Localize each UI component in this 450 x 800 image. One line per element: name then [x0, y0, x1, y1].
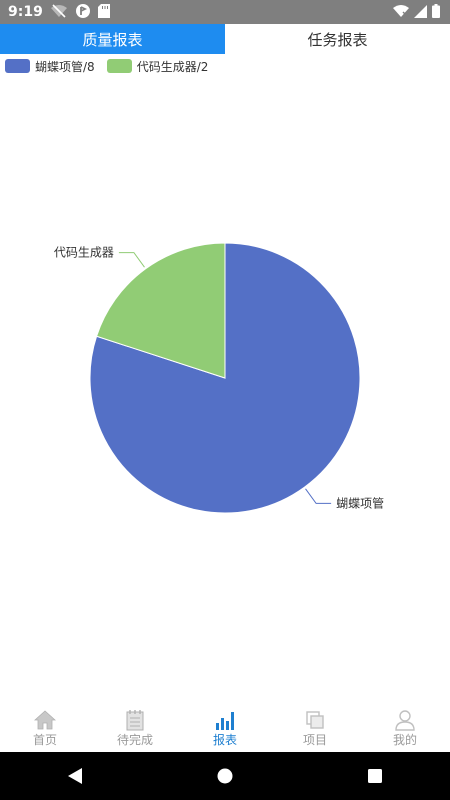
- recents-icon: [368, 769, 382, 783]
- status-time: 9:19: [8, 4, 43, 20]
- tab-task-report-label: 任务报表: [307, 30, 368, 49]
- system-home-button[interactable]: [205, 756, 245, 796]
- nav-item-mine[interactable]: 我的: [360, 704, 450, 752]
- nav-label-todo: 待完成: [116, 732, 153, 747]
- legend-label-butterfly: 蝴蝶项管/8: [35, 59, 95, 74]
- notepad-icon: [126, 709, 144, 730]
- pie-label-line-codegen: [118, 252, 145, 268]
- chart-legend: 蝴蝶项管/8 代码生成器/2: [5, 57, 220, 75]
- tab-task-report[interactable]: 任务报表: [225, 24, 450, 54]
- system-nav-bar: [0, 752, 450, 800]
- bottom-nav: 首页 待完成 报表 项目 我的: [0, 704, 450, 752]
- project-icon: [306, 710, 324, 729]
- nav-label-projects: 项目: [302, 732, 327, 747]
- legend-label-codegen: 代码生成器/2: [136, 59, 209, 74]
- battery-icon: [432, 3, 440, 22]
- legend-swatch-butterfly: [5, 59, 30, 73]
- pie-label-line-butterfly: [305, 488, 332, 504]
- legend-item-codegen[interactable]: 代码生成器/2: [106, 58, 209, 75]
- legend-item-butterfly[interactable]: 蝴蝶项管/8: [5, 58, 95, 75]
- nav-item-reports[interactable]: 报表: [180, 704, 270, 752]
- tab-quality-report-label: 质量报表: [82, 30, 143, 49]
- status-bar: 9:19: [0, 0, 450, 24]
- system-back-button[interactable]: [55, 756, 95, 796]
- home-icon: [34, 709, 56, 729]
- tab-quality-report[interactable]: 质量报表: [0, 24, 225, 54]
- bar-chart-icon: [216, 711, 234, 730]
- pie-chart: 蝴蝶项管 代码生成器: [54, 242, 384, 514]
- nav-item-home[interactable]: 首页: [0, 704, 90, 752]
- pie-label-codegen: 代码生成器: [54, 246, 114, 260]
- nav-item-projects[interactable]: 项目: [270, 704, 360, 752]
- nav-label-home: 首页: [32, 732, 57, 747]
- wifi-off-icon: [50, 3, 68, 22]
- person-icon: [395, 709, 415, 731]
- pie-label-butterfly: 蝴蝶项管: [336, 495, 384, 510]
- system-recents-button[interactable]: [355, 756, 395, 796]
- home-circle-icon: [217, 768, 233, 784]
- wifi-signal-icon: [393, 3, 409, 22]
- nav-label-mine: 我的: [392, 732, 417, 747]
- nav-item-todo[interactable]: 待完成: [90, 704, 180, 752]
- nav-label-reports: 报表: [212, 732, 237, 747]
- legend-swatch-codegen: [106, 59, 132, 73]
- sd-card-icon: [98, 3, 110, 22]
- back-icon: [68, 768, 82, 784]
- report-tabs: 质量报表 任务报表: [0, 24, 450, 54]
- app-notification-icon: [76, 3, 90, 22]
- cell-signal-icon: [414, 3, 427, 22]
